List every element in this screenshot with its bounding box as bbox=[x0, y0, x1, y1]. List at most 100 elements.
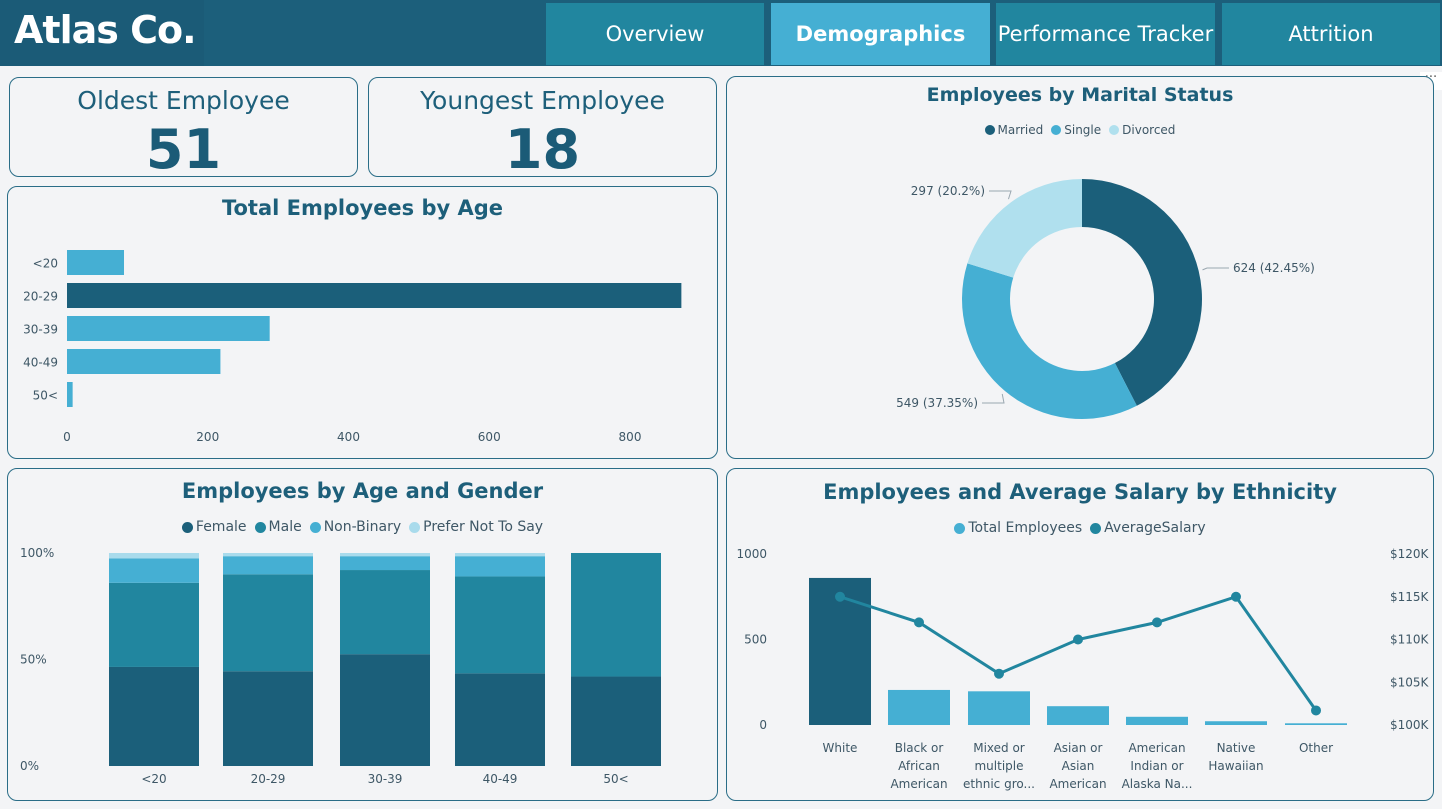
stacked-bar-segment bbox=[455, 553, 545, 557]
x-category-label: Black or bbox=[895, 741, 944, 755]
brand-logo: Atlas Co. bbox=[0, 0, 204, 66]
stacked-bar-segment bbox=[223, 574, 313, 672]
marital-chart-card: Employees by Marital Status Married Sing… bbox=[726, 76, 1434, 459]
y-left-tick-label: 0 bbox=[759, 718, 767, 732]
kpi-value: 51 bbox=[145, 118, 222, 181]
ethnicity-bar bbox=[1285, 723, 1347, 725]
stacked-bar-segment bbox=[455, 673, 545, 766]
kpi-label: Oldest Employee bbox=[77, 86, 290, 115]
salary-point bbox=[1073, 634, 1083, 645]
x-category-label: 20-29 bbox=[251, 772, 286, 786]
kpi-card-oldest: Oldest Employee 51 bbox=[9, 77, 358, 181]
stacked-bar-segment bbox=[109, 666, 199, 766]
x-category-label: 50< bbox=[603, 772, 628, 786]
donut-leader-line bbox=[989, 190, 1012, 200]
x-tick-label: 0 bbox=[63, 430, 71, 444]
age-bar bbox=[67, 250, 125, 275]
age-category-label: 40-49 bbox=[23, 356, 58, 370]
ethnicity-chart-card: Employees and Average Salary by Ethnicit… bbox=[726, 468, 1434, 801]
y-left-tick-label: 500 bbox=[744, 633, 767, 647]
x-category-label: Alaska Na... bbox=[1122, 777, 1193, 791]
stacked-bar-segment bbox=[455, 576, 545, 674]
age-chart-card: Total Employees by Age <20 20-29 30-39 40-4… bbox=[7, 186, 718, 459]
x-category-label: multiple bbox=[974, 759, 1023, 773]
stacked-bar-segment bbox=[571, 676, 661, 766]
ethnicity-combo-chart: 0 500 1000 $100K $105K $110K $115K $120K White Bl… bbox=[736, 547, 1430, 791]
x-category-label: <20 bbox=[141, 772, 166, 786]
ethnicity-bar bbox=[888, 689, 950, 725]
age-category-label: <20 bbox=[33, 257, 58, 271]
age-bar bbox=[67, 349, 221, 374]
age-category-label: 30-39 bbox=[23, 323, 58, 337]
stacked-bar-segment bbox=[109, 558, 199, 583]
donut-leader-line bbox=[1202, 267, 1229, 271]
stacked-bar-segment bbox=[109, 582, 199, 667]
y-tick-label: 50% bbox=[20, 653, 47, 667]
ethnicity-bar bbox=[1126, 716, 1188, 725]
age-bar-chart: <20 20-29 30-39 40-49 50< 0 200 400 600 800 bbox=[23, 250, 682, 444]
salary-point bbox=[835, 591, 845, 602]
salary-point bbox=[1152, 617, 1162, 628]
x-category-label: American bbox=[1128, 741, 1185, 755]
y-tick-label: 100% bbox=[20, 546, 54, 560]
stacked-bar-segment bbox=[340, 553, 430, 557]
donut-data-label: 624 (42.45%) bbox=[1233, 261, 1315, 275]
age-category-label: 20-29 bbox=[23, 290, 58, 304]
y-right-tick-label: $105K bbox=[1390, 675, 1430, 689]
tab-performance-tracker[interactable]: Performance Tracker bbox=[996, 3, 1215, 65]
x-category-label: 40-49 bbox=[483, 772, 518, 786]
x-category-label: Indian or bbox=[1130, 759, 1183, 773]
y-right-tick-label: $115K bbox=[1390, 590, 1430, 604]
stacked-bar-segment bbox=[340, 570, 430, 655]
x-category-label: ethnic gro... bbox=[963, 777, 1035, 791]
x-category-label: American bbox=[1049, 777, 1106, 791]
x-category-label: Asian bbox=[1062, 759, 1095, 773]
x-category-label: White bbox=[823, 741, 858, 755]
stacked-bar-segment bbox=[223, 556, 313, 575]
x-category-label: 30-39 bbox=[368, 772, 403, 786]
ethnicity-bar bbox=[1047, 706, 1109, 725]
y-left-tick-label: 1000 bbox=[736, 547, 767, 561]
salary-point bbox=[994, 668, 1004, 679]
stacked-bar-segment bbox=[340, 556, 430, 571]
marital-donut-chart: 624 (42.45%) 549 (37.35%) 297 (20.2%) bbox=[896, 179, 1315, 420]
x-category-label: Asian or bbox=[1054, 741, 1103, 755]
kpi-card-youngest: Youngest Employee 18 bbox=[368, 77, 717, 181]
stacked-bar-segment bbox=[340, 654, 430, 766]
age-bar bbox=[67, 316, 270, 341]
kpi-label: Youngest Employee bbox=[420, 86, 665, 115]
x-tick-label: 600 bbox=[478, 430, 501, 444]
tab-attrition[interactable]: Attrition bbox=[1222, 3, 1440, 65]
salary-point bbox=[914, 617, 924, 628]
donut-leader-line bbox=[982, 393, 1005, 404]
x-category-label: American bbox=[890, 777, 947, 791]
top-bar: Atlas Co. Overview Demographics Performa… bbox=[0, 0, 1442, 66]
x-category-label: Hawaiian bbox=[1208, 759, 1263, 773]
age-category-label: 50< bbox=[33, 389, 58, 403]
donut-data-label: 549 (37.35%) bbox=[896, 396, 978, 410]
donut-slice-single bbox=[962, 263, 1137, 420]
x-category-label: African bbox=[898, 759, 940, 773]
brand-name: Atlas Co. bbox=[14, 8, 197, 52]
salary-point bbox=[1311, 705, 1321, 716]
x-category-label: Other bbox=[1299, 741, 1333, 755]
stacked-bar-segment bbox=[109, 553, 199, 559]
stacked-bar-segment bbox=[455, 556, 545, 577]
ethnicity-bar bbox=[1205, 721, 1267, 725]
salary-point bbox=[1231, 591, 1241, 602]
y-right-tick-label: $110K bbox=[1390, 633, 1430, 647]
age-bar bbox=[67, 283, 682, 308]
stacked-bar-segment bbox=[571, 553, 661, 677]
x-category-label: Native bbox=[1217, 741, 1256, 755]
age-bar bbox=[67, 382, 73, 407]
tab-overview[interactable]: Overview bbox=[546, 3, 764, 65]
y-right-tick-label: $120K bbox=[1390, 547, 1430, 561]
y-tick-label: 0% bbox=[20, 759, 39, 773]
donut-data-label: 297 (20.2%) bbox=[911, 184, 985, 198]
kpi-value: 18 bbox=[504, 118, 581, 181]
y-right-tick-label: $100K bbox=[1390, 718, 1430, 732]
x-category-label: Mixed or bbox=[973, 741, 1025, 755]
stacked-bar-segment bbox=[223, 671, 313, 766]
stacked-bar-segment bbox=[223, 553, 313, 557]
tab-demographics[interactable]: Demographics bbox=[771, 3, 990, 65]
